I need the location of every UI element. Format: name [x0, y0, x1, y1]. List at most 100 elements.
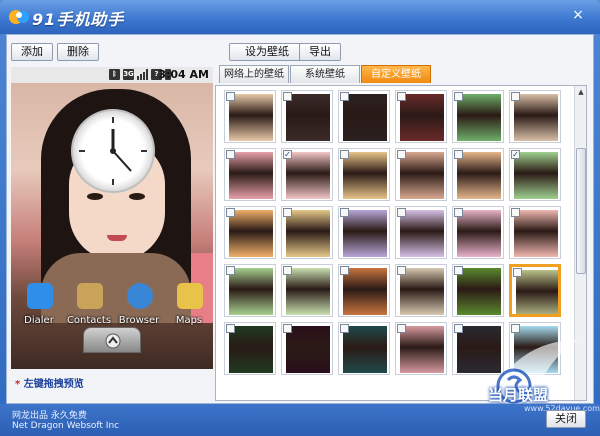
thumbnail-checkbox[interactable] — [454, 92, 463, 101]
app-drawer-handle[interactable] — [83, 327, 141, 353]
thumbnail-image — [457, 94, 501, 141]
delete-button[interactable]: 删除 — [57, 43, 99, 61]
thumbnail-image — [286, 326, 330, 373]
phone-preview[interactable]: ᛒ 3G ? 3:04 AM Dialer Contacts Browser M… — [11, 67, 213, 369]
wallpaper-thumbnail[interactable] — [224, 90, 276, 143]
dock-maps[interactable]: Maps — [165, 281, 213, 337]
thumbnail-checkbox[interactable] — [513, 268, 522, 277]
wallpaper-thumbnail[interactable] — [224, 148, 276, 201]
wallpaper-thumbnail[interactable] — [281, 264, 333, 317]
wallpaper-thumbnail[interactable] — [338, 322, 390, 375]
thumbnail-image — [400, 210, 444, 257]
clock-face-icon — [79, 117, 147, 185]
thumbnail-checkbox[interactable] — [226, 208, 235, 217]
wallpaper-thumbnail[interactable] — [224, 264, 276, 317]
thumbnail-image — [343, 94, 387, 141]
thumbnail-checkbox[interactable]: ✓ — [511, 150, 520, 159]
wallpaper-thumbnail[interactable] — [338, 206, 390, 259]
export-button[interactable]: 导出 — [299, 43, 341, 61]
thumbnail-checkbox[interactable] — [397, 208, 406, 217]
phone-status-bar: ᛒ 3G ? 3:04 AM — [11, 67, 213, 83]
wallpaper-thumbnail[interactable] — [224, 322, 276, 375]
app-window: 91手机助手 × 添加 删除 设为壁纸 导出 ᛒ 3G ? 3:04 AM Di… — [0, 0, 600, 436]
watermark-text: 当月联盟 — [488, 386, 549, 404]
thumbnail-image — [514, 152, 558, 199]
thumbnail-image — [229, 210, 273, 257]
wallpaper-thumbnail[interactable] — [338, 90, 390, 143]
wallpaper-thumbnail[interactable] — [452, 148, 504, 201]
wallpaper-thumbnail[interactable] — [338, 148, 390, 201]
wallpaper-thumbnail[interactable] — [452, 264, 504, 317]
phone-time: 3:04 AM — [158, 68, 209, 81]
dock-dialer[interactable]: Dialer — [15, 281, 63, 337]
wallpaper-thumbnail[interactable] — [509, 90, 561, 143]
thumbnail-image — [514, 210, 558, 257]
thumbnail-checkbox[interactable] — [397, 266, 406, 275]
thumbnail-image — [343, 326, 387, 373]
analog-clock-widget[interactable] — [71, 109, 155, 193]
thumbnail-checkbox[interactable] — [340, 324, 349, 333]
thumbnail-image — [229, 326, 273, 373]
tab-online-wallpaper[interactable]: 网络上的壁纸 — [219, 65, 289, 83]
thumbnail-checkbox[interactable] — [397, 324, 406, 333]
thumbnail-checkbox[interactable] — [226, 150, 235, 159]
scroll-up-icon[interactable]: ▲ — [576, 87, 586, 97]
scroll-thumb[interactable] — [576, 148, 586, 274]
thumbnail-checkbox[interactable] — [226, 324, 235, 333]
wallpaper-thumbnail[interactable]: ✓ — [509, 148, 561, 201]
wallpaper-thumbnail[interactable]: ✓ — [281, 148, 333, 201]
thumbnail-checkbox[interactable] — [283, 92, 292, 101]
wallpaper-thumbnail[interactable] — [395, 264, 447, 317]
maps-icon — [177, 283, 203, 309]
thumbnail-checkbox[interactable] — [454, 150, 463, 159]
wallpaper-thumbnail[interactable] — [395, 90, 447, 143]
thumbnail-checkbox[interactable] — [226, 266, 235, 275]
thumbnail-checkbox[interactable] — [340, 150, 349, 159]
thumbnail-checkbox[interactable] — [283, 324, 292, 333]
thumbnail-checkbox[interactable]: ✓ — [283, 150, 292, 159]
thumbnail-image — [343, 152, 387, 199]
thumbnail-image — [229, 94, 273, 141]
thumbnail-image — [457, 268, 501, 315]
thumbnail-checkbox[interactable] — [283, 208, 292, 217]
wallpaper-thumbnail[interactable] — [224, 206, 276, 259]
set-wallpaper-button[interactable]: 设为壁纸 — [229, 43, 305, 61]
thumbnail-image — [286, 94, 330, 141]
thumbnail-image — [286, 210, 330, 257]
thumbnail-image — [229, 268, 273, 315]
wallpaper-thumbnail[interactable] — [509, 264, 561, 317]
wallpaper-thumbnail[interactable] — [338, 264, 390, 317]
wallpaper-thumbnail[interactable] — [281, 90, 333, 143]
thumbnail-checkbox[interactable] — [283, 266, 292, 275]
3g-icon: 3G — [123, 69, 134, 80]
thumbnail-checkbox[interactable] — [454, 208, 463, 217]
close-button[interactable]: 关闭 — [546, 410, 586, 428]
thumbnail-checkbox[interactable] — [511, 92, 520, 101]
thumbnail-checkbox[interactable] — [511, 208, 520, 217]
add-button[interactable]: 添加 — [11, 43, 53, 61]
wallpaper-thumbnail[interactable] — [395, 148, 447, 201]
drawer-arrow-icon — [105, 333, 121, 349]
wallpaper-thumbnail[interactable] — [281, 206, 333, 259]
thumbnail-checkbox[interactable] — [397, 150, 406, 159]
tab-custom-wallpaper[interactable]: 自定义壁纸 — [361, 65, 431, 83]
thumbnail-checkbox[interactable] — [454, 266, 463, 275]
thumbnail-image — [400, 326, 444, 373]
thumbnail-checkbox[interactable] — [340, 266, 349, 275]
thumbnail-checkbox[interactable] — [340, 92, 349, 101]
thumbnail-checkbox[interactable] — [340, 208, 349, 217]
wallpaper-thumbnail[interactable] — [452, 90, 504, 143]
thumbnail-checkbox[interactable] — [397, 92, 406, 101]
close-window-button[interactable]: × — [568, 7, 588, 23]
wallpaper-thumbnail[interactable] — [452, 206, 504, 259]
wallpaper-thumbnail[interactable] — [395, 206, 447, 259]
thumbnail-image — [400, 152, 444, 199]
dialer-icon — [27, 283, 53, 309]
wallpaper-thumbnail[interactable] — [281, 322, 333, 375]
wallpaper-thumbnail[interactable] — [395, 322, 447, 375]
tab-system-wallpaper[interactable]: 系统壁纸 — [290, 65, 360, 83]
thumbnail-image — [457, 210, 501, 257]
thumbnail-checkbox[interactable] — [454, 324, 463, 333]
wallpaper-thumbnail[interactable] — [509, 206, 561, 259]
thumbnail-checkbox[interactable] — [226, 92, 235, 101]
